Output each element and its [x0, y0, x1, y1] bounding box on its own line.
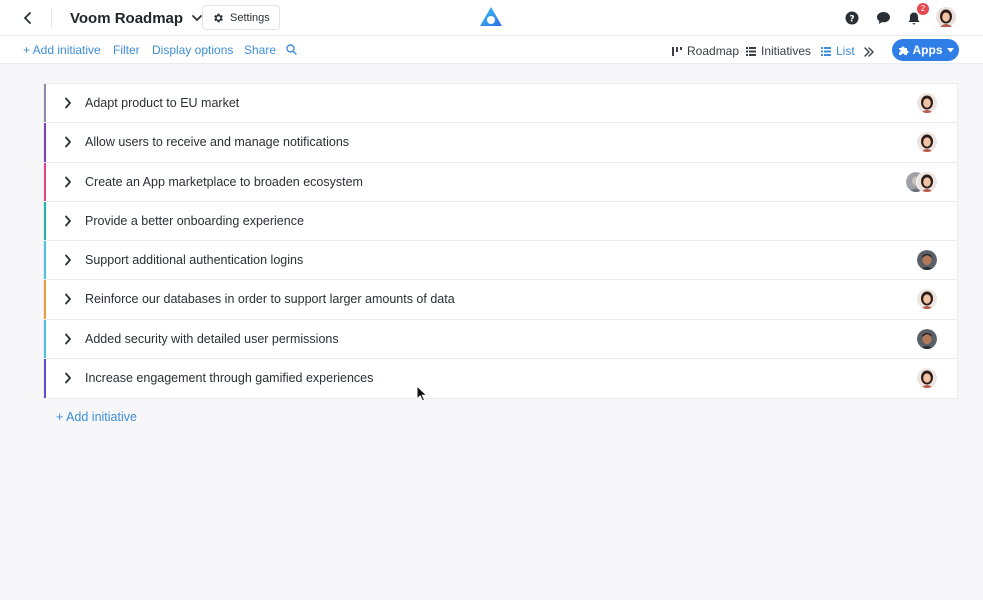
- initiative-title: Create an App marketplace to broaden eco…: [85, 174, 363, 189]
- chevron-right-icon: [65, 97, 71, 109]
- avatar-woman-icon: [917, 289, 937, 310]
- chat-icon: [876, 12, 890, 24]
- initiative-row[interactable]: Reinforce our databases in order to supp…: [44, 280, 957, 320]
- initiative-color-bar: [44, 280, 46, 319]
- list-icon: [746, 47, 756, 56]
- svg-text:?: ?: [849, 15, 854, 25]
- view-tab-label: List: [836, 44, 855, 58]
- view-tab-label: Initiatives: [761, 44, 812, 58]
- chevron-right-icon: [65, 215, 71, 227]
- notifications-button[interactable]: 2: [906, 3, 929, 29]
- caret-down-icon: [946, 47, 954, 52]
- expand-button[interactable]: [62, 96, 74, 110]
- display-options-button[interactable]: Display options: [152, 43, 233, 57]
- help-icon: ?: [845, 11, 859, 25]
- assignee-avatars[interactable]: [917, 328, 937, 349]
- expand-button[interactable]: [62, 332, 74, 346]
- chevron-right-icon: [65, 294, 71, 305]
- chevron-right-icon: [65, 176, 71, 187]
- back-button[interactable]: [18, 8, 38, 28]
- add-initiative-bottom-button[interactable]: + Add initiative: [56, 410, 137, 424]
- toolbar: + Add initiative Filter Display options …: [0, 36, 983, 64]
- avatar-woman-icon: [917, 93, 937, 113]
- initiative-color-bar: [44, 162, 46, 201]
- initiative-row[interactable]: Added security with detailed user permis…: [44, 319, 957, 360]
- initiative-title: Added security with detailed user permis…: [85, 331, 339, 346]
- expand-button[interactable]: [62, 253, 74, 267]
- expand-button[interactable]: [62, 292, 74, 306]
- divider: [51, 8, 52, 28]
- settings-label: Settings: [230, 11, 270, 24]
- initiative-row[interactable]: Provide a better onboarding experience: [44, 201, 957, 242]
- view-tab-initiatives[interactable]: Initiatives: [746, 43, 811, 59]
- initiative-title: Allow users to receive and manage notifi…: [85, 135, 350, 150]
- view-tab-label: Roadmap: [687, 44, 740, 58]
- page-title: Voom Roadmap: [70, 9, 184, 27]
- assignee-avatars[interactable]: [917, 93, 937, 113]
- settings-button[interactable]: Settings: [202, 5, 280, 30]
- chevron-right-icon: [65, 333, 71, 345]
- chevron-left-icon: [24, 12, 31, 24]
- chat-button[interactable]: [875, 7, 891, 29]
- assignee-avatars[interactable]: [917, 368, 937, 389]
- chevron-right-icon: [65, 136, 71, 148]
- roadmap-icon: [672, 46, 682, 56]
- top-bar: Voom Roadmap Settings ? 2: [0, 0, 983, 36]
- app-logo[interactable]: [479, 6, 503, 28]
- assignee-avatars[interactable]: [917, 250, 937, 271]
- initiative-row[interactable]: Create an App marketplace to broaden eco…: [44, 162, 957, 202]
- initiative-title: Provide a better onboarding experience: [85, 213, 304, 228]
- list-icon: [821, 47, 831, 56]
- initiative-row[interactable]: Increase engagement through gamified exp…: [44, 359, 957, 399]
- initiative-row[interactable]: Adapt product to EU market: [44, 84, 957, 124]
- notification-badge: 2: [917, 3, 929, 15]
- avatar-woman-icon: [917, 368, 937, 389]
- initiative-color-bar: [44, 359, 46, 399]
- initiative-row[interactable]: Support additional authentication logins: [44, 241, 957, 281]
- initiative-color-bar: [44, 201, 46, 241]
- initiative-color-bar: [44, 84, 46, 123]
- apps-button[interactable]: Apps: [892, 39, 959, 61]
- apps-label: Apps: [912, 43, 943, 57]
- avatar-man-icon: [917, 328, 937, 349]
- mouse-cursor-icon: [416, 385, 428, 402]
- expand-button[interactable]: [62, 135, 74, 149]
- gear-icon: [214, 13, 223, 22]
- avatar-man-icon: [917, 250, 937, 271]
- expand-button[interactable]: [62, 214, 74, 228]
- roadmap-switcher[interactable]: Voom Roadmap: [70, 8, 203, 28]
- chevron-right-icon: [65, 254, 71, 266]
- assignee-avatars[interactable]: [917, 132, 937, 153]
- chevron-right-icon: [65, 372, 71, 384]
- filter-button[interactable]: Filter: [113, 43, 140, 57]
- initiative-title: Adapt product to EU market: [85, 96, 240, 110]
- initiative-list: Adapt product to EU market Allow users to…: [43, 83, 958, 400]
- initiative-color-bar: [44, 123, 46, 162]
- view-tab-roadmap[interactable]: Roadmap: [672, 43, 739, 59]
- puzzle-icon: [898, 46, 908, 55]
- initiative-color-bar: [44, 319, 46, 359]
- more-views-button[interactable]: [864, 44, 874, 60]
- initiative-color-bar: [44, 241, 46, 280]
- assignee-avatars[interactable]: [917, 289, 937, 310]
- expand-button[interactable]: [62, 175, 74, 189]
- avatar-woman-icon: [936, 7, 956, 27]
- initiative-title: Support additional authentication logins: [85, 253, 304, 268]
- view-tab-list[interactable]: List: [821, 43, 855, 59]
- search-icon: [286, 44, 297, 55]
- search-button[interactable]: [286, 44, 297, 58]
- double-chevron-right-icon: [864, 47, 874, 57]
- expand-button[interactable]: [62, 371, 74, 385]
- avatar-woman-icon: [917, 171, 937, 192]
- initiative-row[interactable]: Allow users to receive and manage notifi…: [44, 123, 957, 163]
- initiative-title: Increase engagement through gamified exp…: [85, 371, 374, 386]
- add-initiative-button[interactable]: + Add initiative: [23, 43, 101, 57]
- initiative-title: Reinforce our databases in order to supp…: [85, 292, 455, 307]
- assignee-avatars[interactable]: [906, 171, 937, 192]
- share-button[interactable]: Share: [244, 43, 276, 57]
- avatar-woman-icon: [917, 132, 937, 153]
- user-avatar[interactable]: [936, 6, 956, 28]
- help-button[interactable]: ?: [844, 7, 860, 29]
